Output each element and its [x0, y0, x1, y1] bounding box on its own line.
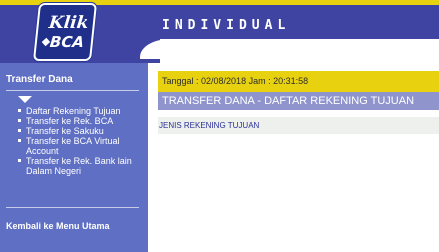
sidebar-item-label: Transfer ke Sakuku [26, 126, 104, 136]
sidebar: Transfer Dana Daftar Rekening Tujuan Tra… [0, 63, 148, 252]
datetime-bar: Tanggal : 02/08/2018 Jam : 20:31:58 [158, 71, 439, 92]
sidebar-divider [6, 207, 139, 208]
logo-text-top: Klik [47, 13, 90, 33]
bullet-icon [18, 139, 21, 142]
sidebar-item-transfer-virtual-account[interactable]: Transfer ke BCA Virtual Account [18, 136, 142, 156]
back-to-main-menu-link[interactable]: Kembali ke Menu Utama [6, 221, 126, 232]
sidebar-heading: Transfer Dana [6, 74, 73, 85]
logo-text-bottom: BCA [49, 33, 85, 51]
bullet-icon [18, 129, 21, 132]
sidebar-item-label: Daftar Rekening Tujuan [26, 106, 121, 116]
section-row: JENIS REKENING TUJUAN [158, 117, 439, 134]
sidebar-item-daftar-rekening-tujuan[interactable]: Daftar Rekening Tujuan [18, 106, 142, 116]
sidebar-menu: Daftar Rekening Tujuan Transfer ke Rek. … [18, 106, 142, 176]
bullet-icon [18, 119, 21, 122]
section-label: JENIS REKENING TUJUAN [159, 121, 260, 130]
page-title: TRANSFER DANA - DAFTAR REKENING TUJUAN [162, 95, 415, 107]
header-curve [140, 39, 439, 59]
sidebar-item-transfer-rek-bca[interactable]: Transfer ke Rek. BCA [18, 116, 142, 126]
bullet-icon [18, 109, 21, 112]
sidebar-item-transfer-sakuku[interactable]: Transfer ke Sakuku [18, 126, 142, 136]
bullet-icon [18, 159, 21, 162]
header-title: INDIVIDUAL [162, 18, 291, 33]
caret-down-icon [18, 96, 32, 103]
datetime-text: Tanggal : 02/08/2018 Jam : 20:31:58 [162, 76, 309, 86]
sidebar-item-label: Transfer ke BCA Virtual Account [26, 136, 120, 156]
sidebar-divider [6, 90, 139, 91]
sidebar-item-transfer-bank-lain[interactable]: Transfer ke Rek. Bank lain Dalam Negeri [18, 156, 142, 176]
sidebar-item-label: Transfer ke Rek. Bank lain Dalam Negeri [26, 156, 132, 176]
sidebar-item-label: Transfer ke Rek. BCA [26, 116, 114, 126]
klikbca-logo[interactable]: Klik BCA [32, 3, 98, 61]
page-title-bar: TRANSFER DANA - DAFTAR REKENING TUJUAN [158, 92, 439, 110]
